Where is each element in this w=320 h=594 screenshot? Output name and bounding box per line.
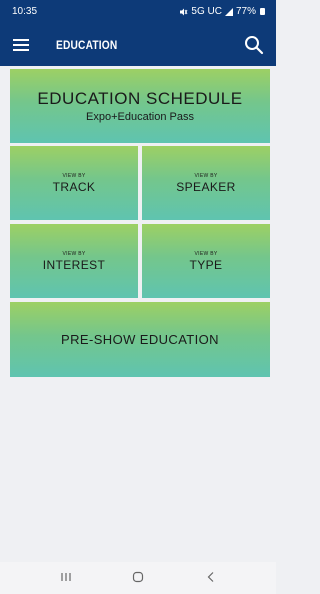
track-label: TRACK xyxy=(52,179,96,194)
back-icon[interactable] xyxy=(204,570,218,584)
view-by-track-tile[interactable]: VIEW BY TRACK xyxy=(10,146,138,220)
network-type: 5G UC xyxy=(191,6,222,17)
view-by-interest-tile[interactable]: VIEW BY INTEREST xyxy=(10,224,138,298)
type-label: TYPE xyxy=(189,257,223,272)
status-indicators: 5G UC 77% xyxy=(179,6,265,17)
hamburger-menu-icon[interactable] xyxy=(10,33,34,57)
speaker-label: SPEAKER xyxy=(176,179,236,194)
view-by-type-tile[interactable]: VIEW BY TYPE xyxy=(142,224,270,298)
view-by-speaker-tile[interactable]: VIEW BY SPEAKER xyxy=(142,146,270,220)
pre-show-education-label: PRE-SHOW EDUCATION xyxy=(61,332,219,347)
system-nav-bar xyxy=(0,562,276,594)
status-time: 10:35 xyxy=(12,6,38,17)
home-icon[interactable] xyxy=(131,570,145,584)
status-bar: 10:35 5G UC 77% xyxy=(0,0,276,24)
pre-show-education-tile[interactable]: PRE-SHOW EDUCATION xyxy=(10,302,270,377)
battery-icon xyxy=(260,8,265,15)
view-by-prefix: VIEW BY xyxy=(194,172,218,179)
view-by-prefix: VIEW BY xyxy=(62,172,86,179)
app-bar: EDUCATION xyxy=(0,24,276,66)
interest-label: INTEREST xyxy=(42,257,106,272)
signal-icon xyxy=(224,7,233,16)
education-schedule-title: EDUCATION SCHEDULE xyxy=(37,89,243,108)
mute-icon xyxy=(180,8,188,15)
view-by-prefix: VIEW BY xyxy=(194,250,218,257)
view-by-prefix: VIEW BY xyxy=(62,250,86,257)
education-schedule-subtitle: Expo+Education Pass xyxy=(86,111,194,123)
education-schedule-tile[interactable]: EDUCATION SCHEDULE Expo+Education Pass xyxy=(10,69,270,143)
battery-level: 77% xyxy=(235,6,256,17)
search-icon[interactable] xyxy=(242,33,266,57)
page-title: EDUCATION xyxy=(56,38,118,52)
recent-apps-icon[interactable] xyxy=(59,570,73,584)
